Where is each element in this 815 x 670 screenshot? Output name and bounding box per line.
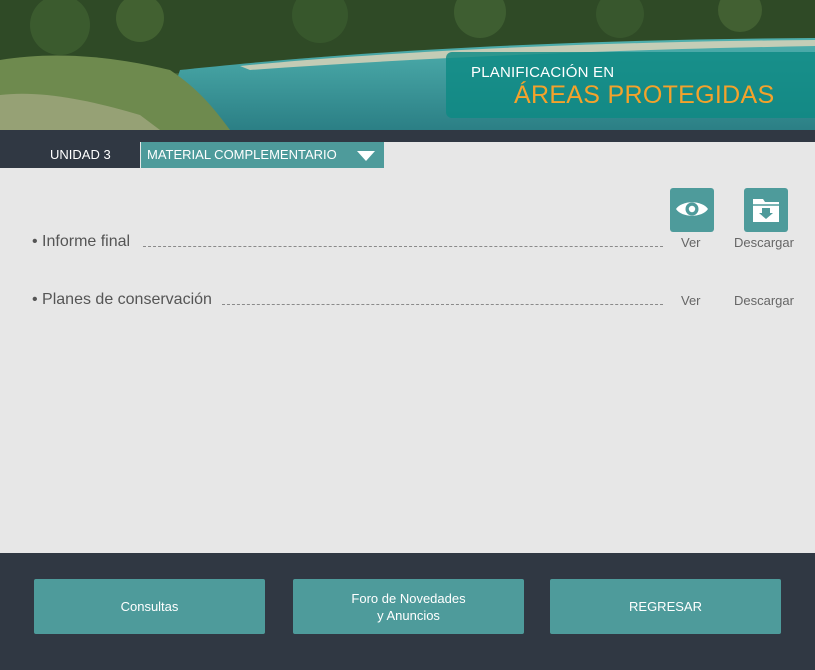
regresar-button-label: REGRESAR [629, 599, 702, 614]
download-link-informe-final[interactable]: Descargar [734, 235, 794, 250]
page-title-line2: ÁREAS PROTEGIDAS [514, 81, 775, 109]
download-link-planes-conservacion[interactable]: Descargar [734, 293, 794, 308]
header-banner: PLANIFICACIÓN EN ÁREAS PROTEGIDAS [0, 0, 815, 130]
consultas-button[interactable]: Consultas [34, 579, 265, 634]
foro-novedades-button[interactable]: Foro de Novedades y Anuncios [293, 579, 524, 634]
eye-icon [676, 202, 708, 216]
download-folder-icon [753, 199, 779, 222]
nav-bar [0, 130, 815, 142]
regresar-button[interactable]: REGRESAR [550, 579, 781, 634]
row-leader-dots [222, 304, 663, 305]
material-item-planes-conservacion: • Planes de conservación [32, 291, 212, 308]
row-leader-dots [143, 246, 663, 247]
unit-label: UNIDAD 3 [0, 142, 140, 168]
page-title-line1: PLANIFICACIÓN EN [471, 64, 615, 81]
view-eye-icon-button[interactable] [670, 188, 714, 232]
consultas-button-label: Consultas [120, 599, 179, 614]
material-dropdown-label: MATERIAL COMPLEMENTARIO [147, 147, 337, 162]
foro-novedades-button-label: Foro de Novedades y Anuncios [351, 590, 466, 623]
caret-down-icon [357, 151, 375, 161]
download-folder-icon-button[interactable] [744, 188, 788, 232]
view-link-planes-conservacion[interactable]: Ver [681, 293, 701, 308]
material-dropdown[interactable]: MATERIAL COMPLEMENTARIO [141, 142, 384, 168]
material-item-informe-final: • Informe final [32, 233, 131, 250]
view-link-informe-final[interactable]: Ver [681, 235, 701, 250]
